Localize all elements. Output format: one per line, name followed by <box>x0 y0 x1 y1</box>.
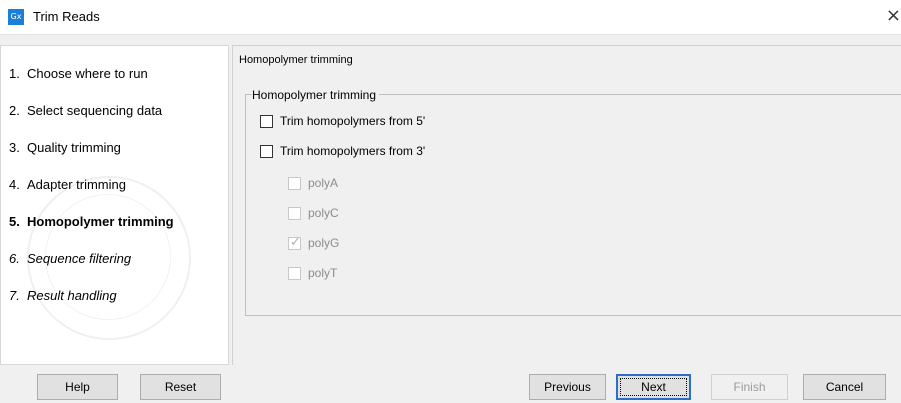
close-icon[interactable]: × <box>886 5 901 26</box>
checkbox-box[interactable] <box>288 267 301 280</box>
step-quality-trimming: 3. Quality trimming <box>9 138 121 158</box>
step-number: 7. <box>9 288 20 303</box>
wizard-steps-sidebar: 1. Choose where to run 2. Select sequencin… <box>0 45 229 365</box>
checkbox-label: polyC <box>308 206 339 220</box>
step-label: Quality trimming <box>27 140 121 155</box>
options-panel: Homopolymer trimming Homopolymer trimmin… <box>232 45 901 365</box>
step-label: Adapter trimming <box>27 177 126 192</box>
reset-button[interactable]: Reset <box>140 374 221 400</box>
checkbox-box[interactable] <box>288 207 301 220</box>
checkbox-box[interactable] <box>260 115 273 128</box>
cancel-button[interactable]: Cancel <box>803 374 886 400</box>
next-button[interactable]: Next <box>616 374 691 400</box>
step-result-handling: 7. Result handling <box>9 286 117 306</box>
checkbox-box[interactable] <box>260 145 273 158</box>
finish-button[interactable]: Finish <box>711 374 788 400</box>
step-label: Result handling <box>27 288 117 303</box>
checkbox-label: polyT <box>308 266 338 280</box>
step-choose-where-to-run: 1. Choose where to run <box>9 64 148 84</box>
window-title: Trim Reads <box>33 9 100 24</box>
step-number: 6. <box>9 251 20 266</box>
title-bar: Gx Trim Reads × <box>0 0 901 35</box>
step-number: 4. <box>9 177 20 192</box>
step-label: Homopolymer trimming <box>27 214 174 229</box>
step-number: 1. <box>9 66 20 81</box>
checkbox-label: Trim homopolymers from 3' <box>280 144 426 158</box>
previous-button[interactable]: Previous <box>529 374 606 400</box>
step-select-sequencing-data: 2. Select sequencing data <box>9 101 162 121</box>
step-number: 5. <box>9 214 20 229</box>
panel-title: Homopolymer trimming <box>239 54 353 66</box>
checkmark-icon: ✓ <box>290 235 301 250</box>
step-number: 2. <box>9 103 20 118</box>
step-label: Select sequencing data <box>27 103 163 118</box>
help-button[interactable]: Help <box>37 374 118 400</box>
step-adapter-trimming: 4. Adapter trimming <box>9 175 126 195</box>
checkbox-label: Trim homopolymers from 5' <box>280 114 426 128</box>
step-label: Choose where to run <box>27 66 148 81</box>
checkbox-label: polyA <box>308 176 339 190</box>
step-homopolymer-trimming: 5. Homopolymer trimming <box>9 212 174 232</box>
group-legend: Homopolymer trimming <box>252 88 380 102</box>
step-label: Sequence filtering <box>27 251 132 266</box>
step-sequence-filtering: 6. Sequence filtering <box>9 249 131 269</box>
checkbox-label: polyG <box>308 236 340 250</box>
step-number: 3. <box>9 140 20 155</box>
focus-ring <box>620 378 687 396</box>
checkbox-box[interactable] <box>288 177 301 190</box>
app-icon: Gx <box>8 9 24 25</box>
checkbox-box[interactable]: ✓ <box>288 235 301 250</box>
homopolymer-trimming-group: Homopolymer trimming Trim homopolymers f… <box>245 88 901 316</box>
